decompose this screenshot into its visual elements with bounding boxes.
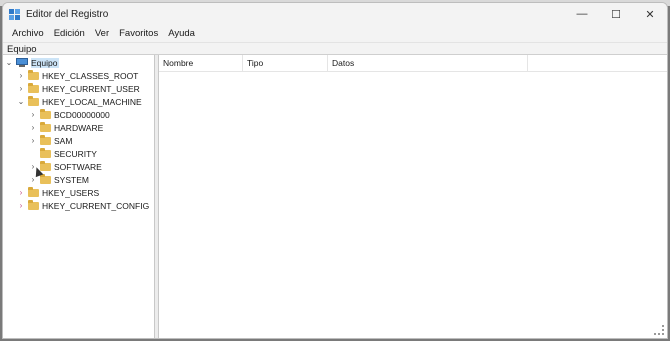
menu-archivo[interactable]: Archivo	[7, 28, 49, 39]
chevron-right-icon[interactable]: ›	[17, 84, 25, 93]
tree-item-label: Equipo	[31, 57, 60, 68]
folder-icon	[40, 121, 51, 132]
registry-app-icon	[9, 8, 20, 20]
tree-item-hkey-users[interactable]: › HKEY_USERS	[17, 186, 99, 199]
close-button[interactable]: ✕	[633, 3, 667, 25]
chevron-right-icon[interactable]: ›	[17, 71, 25, 80]
tree-item-label: HKEY_CURRENT_USER	[42, 83, 140, 94]
menu-ver[interactable]: Ver	[90, 28, 114, 39]
registry-tree[interactable]: ⌄ Equipo › HKEY_CLASSES_ROOT › HKEY_CURR…	[3, 55, 155, 338]
list-column-header: Nombre Tipo Datos	[159, 55, 667, 72]
folder-icon	[28, 186, 39, 197]
menu-bar: Archivo Edición Ver Favoritos Ayuda	[3, 25, 667, 42]
tree-item-bcd00000000[interactable]: › BCD00000000	[29, 108, 110, 121]
chevron-right-icon[interactable]: ›	[29, 136, 37, 145]
chevron-right-icon[interactable]: ›	[17, 188, 25, 197]
title-bar[interactable]: Editor del Registro — ☐ ✕	[3, 3, 667, 25]
tree-item-hkey-current-config[interactable]: › HKEY_CURRENT_CONFIG	[17, 199, 149, 212]
tree-item-hkey-local-machine[interactable]: ⌄ HKEY_LOCAL_MACHINE	[17, 95, 142, 108]
column-datos[interactable]: Datos	[328, 55, 528, 71]
folder-icon	[40, 134, 51, 145]
tree-item-label: HKEY_CLASSES_ROOT	[42, 70, 139, 81]
registry-editor-window: Editor del Registro — ☐ ✕ Archivo Edició…	[2, 2, 668, 339]
tree-item-label: SECURITY	[54, 148, 97, 159]
column-tipo[interactable]: Tipo	[243, 55, 328, 71]
folder-icon	[28, 82, 39, 93]
chevron-right-icon[interactable]: ›	[17, 201, 25, 210]
tree-item-hardware[interactable]: › HARDWARE	[29, 121, 103, 134]
chevron-down-icon[interactable]: ⌄	[5, 58, 13, 67]
tree-item-label: HKEY_USERS	[42, 187, 100, 198]
menu-favoritos[interactable]: Favoritos	[114, 28, 163, 39]
folder-icon	[28, 69, 39, 80]
folder-icon	[40, 108, 51, 119]
tree-item-label: HKEY_LOCAL_MACHINE	[42, 96, 142, 107]
resize-grip-icon[interactable]	[654, 325, 664, 335]
folder-icon	[40, 173, 51, 184]
menu-ayuda[interactable]: Ayuda	[163, 28, 200, 39]
chevron-right-icon[interactable]: ›	[29, 123, 37, 132]
tree-item-label: HARDWARE	[54, 122, 104, 133]
tree-item-label: BCD00000000	[54, 109, 110, 120]
folder-icon	[28, 95, 39, 106]
tree-item-equipo[interactable]: ⌄ Equipo	[5, 56, 60, 69]
chevron-right-icon[interactable]: ›	[29, 110, 37, 119]
folder-icon	[40, 147, 51, 158]
tree-item-hkey-classes-root[interactable]: › HKEY_CLASSES_ROOT	[17, 69, 138, 82]
tree-item-label: SOFTWARE	[54, 161, 102, 172]
maximize-button[interactable]: ☐	[599, 3, 633, 25]
tree-item-sam[interactable]: › SAM	[29, 134, 72, 147]
address-path[interactable]: Equipo	[7, 44, 37, 55]
values-list[interactable]: Nombre Tipo Datos	[159, 55, 667, 338]
minimize-button[interactable]: —	[565, 3, 599, 25]
tree-item-label: SAM	[54, 135, 73, 146]
menu-edicion[interactable]: Edición	[49, 28, 90, 39]
column-nombre[interactable]: Nombre	[159, 55, 243, 71]
tree-item-hkey-current-user[interactable]: › HKEY_CURRENT_USER	[17, 82, 140, 95]
tree-item-label: HKEY_CURRENT_CONFIG	[42, 200, 150, 211]
window-title: Editor del Registro	[26, 8, 109, 20]
tree-item-security[interactable]: SECURITY	[29, 147, 97, 160]
computer-icon	[16, 58, 28, 67]
tree-item-label: SYSTEM	[54, 174, 89, 185]
main-content: ⌄ Equipo › HKEY_CLASSES_ROOT › HKEY_CURR…	[3, 54, 667, 338]
chevron-down-icon[interactable]: ⌄	[17, 97, 25, 106]
folder-icon	[28, 199, 39, 210]
